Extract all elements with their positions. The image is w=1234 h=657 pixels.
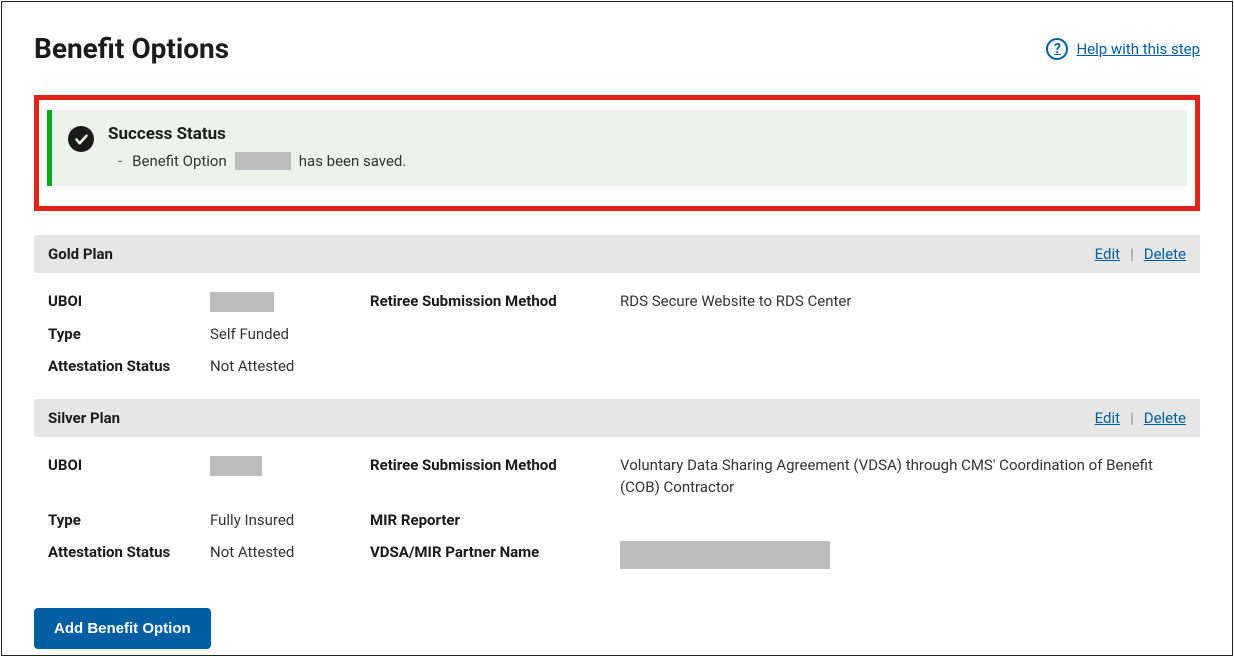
edit-link[interactable]: Edit bbox=[1095, 245, 1120, 263]
delete-link[interactable]: Delete bbox=[1144, 245, 1186, 263]
uboi-value bbox=[210, 290, 370, 313]
uboi-label: UBOI bbox=[48, 454, 210, 499]
plan-row: Type Self Funded bbox=[38, 318, 1196, 351]
redacted-value bbox=[235, 152, 291, 170]
plan-name: Gold Plan bbox=[48, 245, 113, 263]
plan-gold: Gold Plan Edit | Delete UBOI Retiree Sub… bbox=[34, 235, 1200, 399]
retiree-label: Retiree Submission Method bbox=[370, 290, 620, 313]
attest-label: Attestation Status bbox=[48, 355, 210, 378]
uboi-value bbox=[210, 454, 370, 499]
success-alert: Success Status Benefit Option has been s… bbox=[47, 110, 1187, 186]
attest-value: Not Attested bbox=[210, 541, 370, 569]
plan-row: UBOI Retiree Submission Method Voluntary… bbox=[38, 449, 1196, 504]
type-label: Type bbox=[48, 323, 210, 346]
alert-body: Success Status Benefit Option has been s… bbox=[108, 124, 1171, 170]
plan-header: Silver Plan Edit | Delete bbox=[34, 399, 1200, 437]
uboi-label: UBOI bbox=[48, 290, 210, 313]
plan-actions: Edit | Delete bbox=[1095, 409, 1186, 427]
retiree-value: Voluntary Data Sharing Agreement (VDSA) … bbox=[620, 454, 1186, 499]
plan-row: UBOI Retiree Submission Method RDS Secur… bbox=[38, 285, 1196, 318]
vdsa-value bbox=[620, 541, 1186, 569]
retiree-value: RDS Secure Website to RDS Center bbox=[620, 290, 1186, 313]
type-value: Fully Insured bbox=[210, 509, 370, 532]
delete-link[interactable]: Delete bbox=[1144, 409, 1186, 427]
attest-value: Not Attested bbox=[210, 355, 370, 378]
plan-row: Type Fully Insured MIR Reporter bbox=[38, 504, 1196, 537]
plan-row: Attestation Status Not Attested VDSA/MIR… bbox=[38, 536, 1196, 574]
mir-label: MIR Reporter bbox=[370, 509, 620, 532]
page-title: Benefit Options bbox=[34, 32, 229, 65]
plan-row: Attestation Status Not Attested bbox=[38, 350, 1196, 383]
plan-actions: Edit | Delete bbox=[1095, 245, 1186, 263]
plan-silver: Silver Plan Edit | Delete UBOI Retiree S… bbox=[34, 399, 1200, 591]
plan-name: Silver Plan bbox=[48, 409, 120, 427]
alert-title: Success Status bbox=[108, 124, 1171, 144]
vdsa-label: VDSA/MIR Partner Name bbox=[370, 541, 620, 569]
redacted-value bbox=[210, 456, 262, 476]
action-divider: | bbox=[1130, 409, 1134, 427]
highlight-annotation: Success Status Benefit Option has been s… bbox=[34, 95, 1200, 211]
redacted-value bbox=[210, 292, 274, 312]
alert-msg-prefix: Benefit Option bbox=[132, 152, 227, 170]
plan-header: Gold Plan Edit | Delete bbox=[34, 235, 1200, 273]
retiree-label: Retiree Submission Method bbox=[370, 454, 620, 499]
action-divider: | bbox=[1130, 245, 1134, 263]
redacted-value bbox=[620, 541, 830, 569]
type-label: Type bbox=[48, 509, 210, 532]
edit-link[interactable]: Edit bbox=[1095, 409, 1120, 427]
question-circle-icon: ? bbox=[1046, 38, 1068, 60]
page-frame: Benefit Options ? Help with this step Su… bbox=[1, 1, 1233, 656]
plan-body: UBOI Retiree Submission Method Voluntary… bbox=[34, 437, 1200, 591]
attest-label: Attestation Status bbox=[48, 541, 210, 569]
mir-value bbox=[620, 509, 1186, 532]
help-link-label: Help with this step bbox=[1076, 40, 1200, 58]
add-benefit-option-button[interactable]: Add Benefit Option bbox=[34, 608, 211, 649]
page-header: Benefit Options ? Help with this step bbox=[34, 32, 1200, 65]
plan-body: UBOI Retiree Submission Method RDS Secur… bbox=[34, 273, 1200, 399]
type-value: Self Funded bbox=[210, 323, 370, 346]
alert-msg-suffix: has been saved. bbox=[299, 152, 407, 170]
check-circle-icon bbox=[68, 126, 94, 152]
alert-message: Benefit Option has been saved. bbox=[108, 152, 1171, 170]
help-link[interactable]: ? Help with this step bbox=[1046, 38, 1200, 60]
